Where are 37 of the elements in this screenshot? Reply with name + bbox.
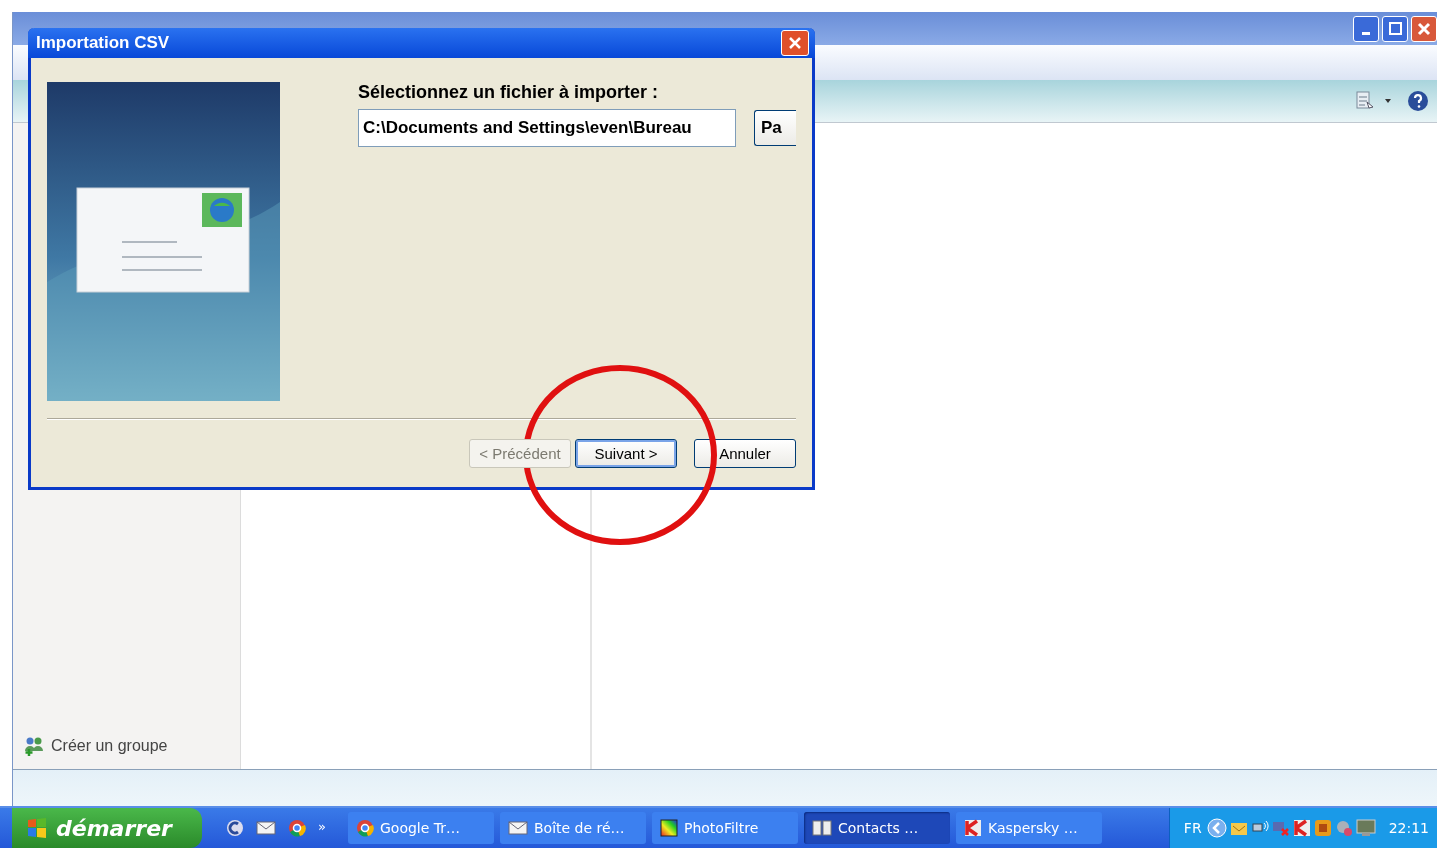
create-group-link[interactable]: Créer un groupe (51, 737, 168, 755)
app-icon[interactable] (1313, 819, 1332, 837)
chevron-left-icon[interactable] (1206, 818, 1227, 838)
file-path-field[interactable]: C:\Documents and Settings\even\Bureau (358, 109, 736, 147)
help-icon[interactable] (1407, 90, 1429, 112)
taskbar-button[interactable]: Boîte de ré… (499, 812, 646, 844)
file-prompt-label: Sélectionnez un fichier à importer : (358, 82, 660, 103)
monitor-icon[interactable] (1355, 819, 1376, 837)
taskbar-button[interactable]: Google Tr… (347, 812, 494, 844)
book-icon (811, 819, 832, 837)
taskbar-button[interactable]: Contacts … (803, 812, 950, 844)
taskbar-button[interactable]: PhotoFiltre (651, 812, 798, 844)
chrome-icon (355, 819, 374, 837)
clock: 22:11 (1388, 820, 1429, 836)
browser-icon[interactable] (226, 819, 244, 837)
close-icon (1417, 21, 1431, 36)
chrome-icon[interactable] (288, 819, 306, 837)
k-logo-icon[interactable] (1292, 819, 1311, 837)
people-add-icon (23, 735, 45, 757)
envelope-icon[interactable] (256, 820, 276, 836)
dialog-button[interactable]: Annuler (694, 439, 796, 468)
restore-button[interactable] (1382, 15, 1408, 42)
dialog-title: Importation CSV (36, 33, 170, 53)
envelope-icon (507, 820, 528, 836)
flag-icon (26, 817, 48, 839)
k-logo-icon (963, 819, 982, 837)
close-button[interactable] (1411, 15, 1437, 42)
minimize-button[interactable] (1353, 15, 1379, 42)
more-chevron[interactable]: » (318, 819, 326, 834)
browse-button[interactable]: Pa (754, 110, 796, 146)
close-icon (788, 36, 802, 50)
close-button[interactable] (781, 30, 809, 56)
language-indicator[interactable]: FR (1183, 820, 1202, 836)
dialog-button[interactable]: Suivant > (575, 439, 677, 468)
start-button[interactable]: démarrer (12, 808, 202, 848)
gradient-square-icon (659, 819, 678, 837)
taskbar-button[interactable]: Kaspersky … (955, 812, 1102, 844)
